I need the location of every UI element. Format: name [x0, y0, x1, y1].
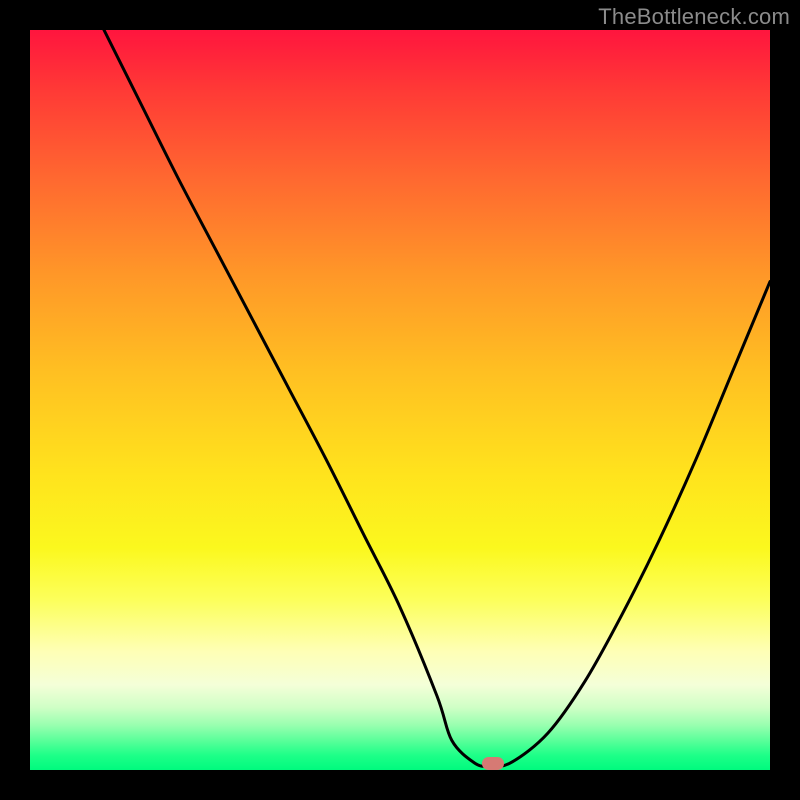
watermark-text: TheBottleneck.com [598, 4, 790, 30]
optimum-marker [482, 757, 504, 770]
bottleneck-curve [30, 30, 770, 770]
plot-area [30, 30, 770, 770]
chart-frame: TheBottleneck.com [0, 0, 800, 800]
